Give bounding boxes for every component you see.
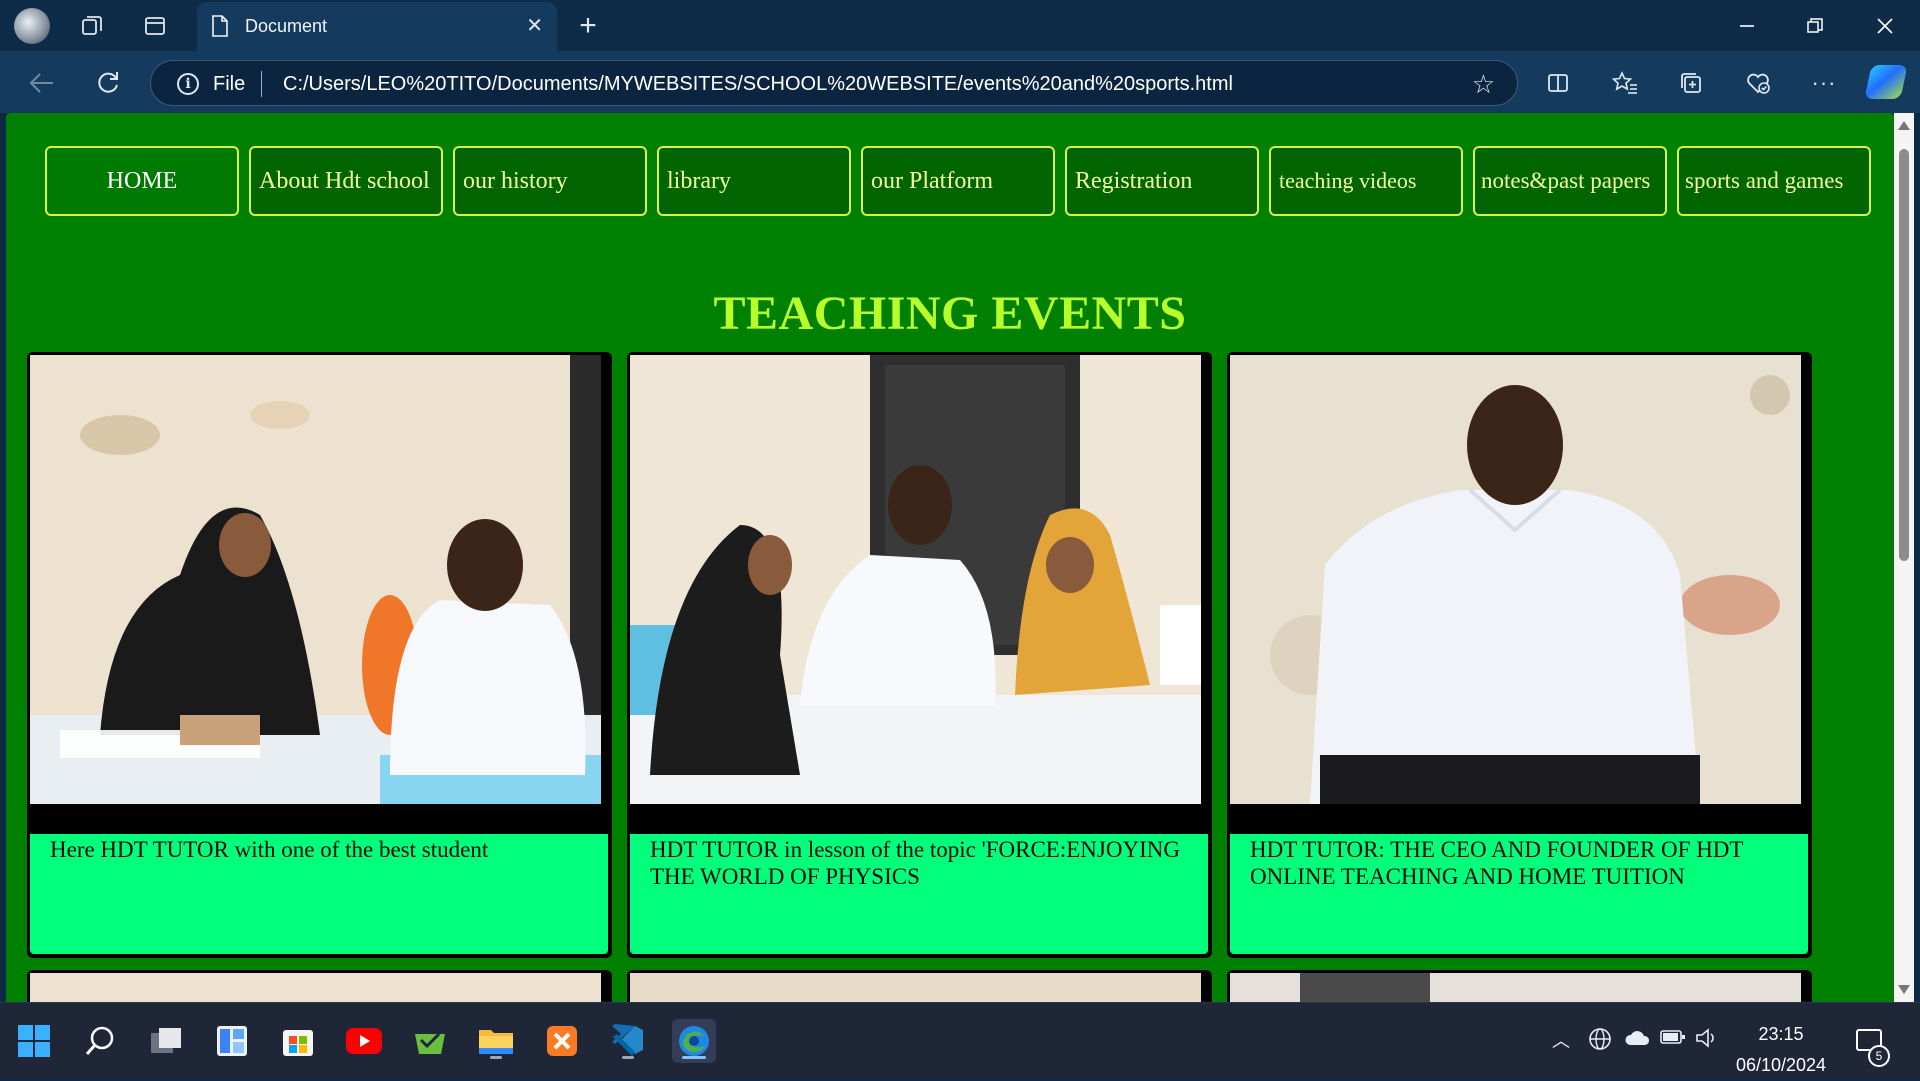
back-icon[interactable]	[22, 63, 62, 103]
start-icon[interactable]	[12, 1019, 56, 1063]
title-bar: Document ✕ +	[0, 0, 1920, 51]
favorite-star-icon[interactable]: ☆	[1472, 69, 1495, 100]
taskbar: ︿ 23:15 06/10/2024 5	[0, 1002, 1920, 1080]
xampp-icon[interactable]	[540, 1019, 584, 1063]
edge-icon[interactable]	[672, 1019, 716, 1063]
more-icon[interactable]: ···	[1806, 65, 1842, 101]
onedrive-icon[interactable]	[1624, 1027, 1652, 1055]
browser-essentials-icon[interactable]	[1740, 65, 1776, 101]
scroll-down-icon[interactable]	[1898, 985, 1910, 994]
card-caption: Here HDT TUTOR with one of the best stud…	[50, 837, 489, 862]
battery-icon[interactable]	[1660, 1027, 1686, 1053]
workspaces-icon[interactable]	[74, 8, 110, 44]
site-menu: HOME About Hdt school our history librar…	[45, 146, 1875, 218]
volume-icon[interactable]	[1694, 1027, 1718, 1055]
tab-title: Document	[245, 16, 328, 36]
menu-platform[interactable]: our Platform	[861, 146, 1055, 216]
info-icon[interactable]: i	[177, 73, 199, 95]
store-icon[interactable]	[276, 1019, 320, 1063]
caption-box: HDT TUTOR: THE CEO AND FOUNDER OF HDT ON…	[1230, 834, 1808, 954]
globe-icon[interactable]	[1588, 1027, 1612, 1057]
chevron-up-icon[interactable]: ︿	[1552, 1027, 1570, 1053]
restore-icon[interactable]	[1792, 9, 1838, 43]
active-tab[interactable]: Document ✕	[197, 2, 557, 51]
caption-box: Here HDT TUTOR with one of the best stud…	[30, 834, 608, 954]
tab-actions-icon[interactable]	[137, 8, 173, 44]
card-caption: HDT TUTOR in lesson of the topic 'FORCE:…	[650, 837, 1180, 889]
event-card: HDT TUTOR: THE CEO AND FOUNDER OF HDT ON…	[1227, 352, 1812, 958]
page-title: TEACHING EVENTS	[713, 287, 1187, 340]
card-caption: HDT TUTOR: THE CEO AND FOUNDER OF HDT ON…	[1250, 837, 1744, 889]
youtube-icon[interactable]	[342, 1019, 386, 1063]
menu-teaching-videos[interactable]: teaching videos	[1269, 146, 1463, 216]
clock-time: 23:15	[1758, 1024, 1804, 1044]
menu-history[interactable]: our history	[453, 146, 647, 216]
menu-registration[interactable]: Registration	[1065, 146, 1259, 216]
file-explorer-icon[interactable]	[474, 1019, 518, 1063]
event-photo-partial	[30, 973, 601, 1002]
menu-sports[interactable]: sports and games	[1677, 146, 1871, 216]
clock[interactable]: 23:15 06/10/2024	[1726, 1019, 1836, 1081]
scroll-up-icon[interactable]	[1898, 121, 1910, 130]
active-indicator	[682, 1056, 706, 1059]
close-icon[interactable]: ✕	[526, 13, 543, 38]
event-card: HDT TUTOR in lesson of the topic 'FORCE:…	[627, 352, 1212, 958]
window-close-icon[interactable]	[1862, 9, 1908, 43]
search-icon[interactable]	[78, 1019, 122, 1063]
collections-icon[interactable]	[1673, 65, 1709, 101]
app-icon[interactable]	[408, 1019, 452, 1063]
caption-box: HDT TUTOR in lesson of the topic 'FORCE:…	[630, 834, 1208, 954]
new-tab-icon[interactable]: +	[570, 8, 606, 44]
copilot-icon[interactable]	[1864, 65, 1908, 99]
page-viewport: HOME About Hdt school our history librar…	[6, 113, 1894, 1002]
notification-count: 5	[1868, 1045, 1890, 1067]
event-card: Here HDT TUTOR with one of the best stud…	[27, 352, 612, 958]
event-photo-partial	[630, 973, 1201, 1002]
profile-icon[interactable]	[14, 8, 50, 44]
minimize-icon[interactable]	[1724, 9, 1770, 43]
refresh-icon[interactable]	[88, 63, 128, 103]
address-divider	[261, 71, 262, 97]
widgets-icon[interactable]	[210, 1019, 254, 1063]
favorites-icon[interactable]	[1607, 65, 1643, 101]
address-bar[interactable]: i File C:/Users/LEO%20TITO/Documents/MYW…	[150, 60, 1518, 106]
menu-about[interactable]: About Hdt school	[249, 146, 443, 216]
event-card-partial	[627, 970, 1212, 1002]
menu-library[interactable]: library	[657, 146, 851, 216]
vscode-icon[interactable]	[606, 1019, 650, 1063]
url-text[interactable]: C:/Users/LEO%20TITO/Documents/MYWEBSITES…	[283, 73, 1233, 96]
event-photo-partial	[1230, 973, 1801, 1002]
running-indicator	[622, 1056, 634, 1059]
event-card-partial	[1227, 970, 1812, 1002]
page-scrollbar[interactable]	[1894, 113, 1914, 1002]
task-view-icon[interactable]	[144, 1019, 188, 1063]
menu-notes[interactable]: notes&past papers	[1473, 146, 1667, 216]
clock-date: 06/10/2024	[1735, 1055, 1827, 1075]
event-photo-ceo-founder	[1230, 355, 1801, 804]
scroll-thumb[interactable]	[1899, 149, 1909, 561]
event-card-partial	[27, 970, 612, 1002]
event-photo-tutor-student	[30, 355, 601, 804]
split-screen-icon[interactable]	[1540, 65, 1576, 101]
menu-home[interactable]: HOME	[45, 146, 239, 216]
running-indicator	[490, 1056, 502, 1059]
document-icon	[212, 15, 228, 37]
browser-toolbar: i File C:/Users/LEO%20TITO/Documents/MYW…	[0, 51, 1920, 113]
event-photo-physics-lesson	[630, 355, 1201, 804]
address-prefix: File	[213, 73, 246, 95]
